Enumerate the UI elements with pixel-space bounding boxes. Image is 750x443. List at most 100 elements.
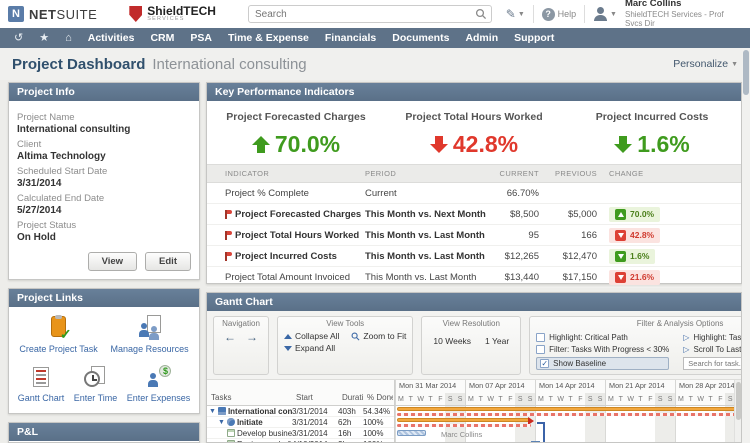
scroll-left-button[interactable]: ← xyxy=(224,331,236,343)
gantt-bar[interactable] xyxy=(397,430,426,436)
kpi-header[interactable]: Key Performance Indicators xyxy=(207,83,741,101)
edit-button[interactable]: Edit xyxy=(145,252,191,271)
kpi-period: Current xyxy=(365,187,397,199)
project-links-header[interactable]: Project Links xyxy=(9,289,199,307)
kpi-tile-value: 1.6% xyxy=(614,131,690,158)
kpi-previous: 166 xyxy=(581,229,597,241)
page-title: Project Dashboard xyxy=(12,55,146,73)
check-icon: ✓ xyxy=(59,326,72,342)
expand-caret-icon[interactable]: ▼ xyxy=(218,419,225,426)
personalize-button[interactable]: Personalize ▼ xyxy=(673,58,738,70)
gantt-timeline[interactable]: Marc Collins Review goals & scoping Marc C… xyxy=(395,406,741,442)
filter-link-scroll-to-last-task[interactable]: ▷Scroll To Last Task xyxy=(683,345,741,354)
gantt-header[interactable]: Gantt Chart xyxy=(207,293,741,311)
search-icon[interactable] xyxy=(475,8,487,20)
gantt-task-row[interactable]: Review goals & sc...4/10/20142h100% xyxy=(207,439,394,442)
project-link-label: Enter Expenses xyxy=(126,393,191,403)
nav-item-financials[interactable]: Financials xyxy=(325,32,376,44)
field-label: Scheduled Start Date xyxy=(17,166,108,177)
nav-item-crm[interactable]: CRM xyxy=(150,32,174,44)
expand-caret-icon[interactable]: ▼ xyxy=(209,408,216,415)
resolution-10-weeks-button[interactable]: 10 Weeks xyxy=(428,334,476,348)
user-menu-button[interactable]: ▼ xyxy=(593,7,617,21)
day-label: M xyxy=(678,396,684,403)
kpi-current: $12,265 xyxy=(504,250,539,262)
day-label: T xyxy=(688,396,693,403)
view-button[interactable]: View xyxy=(87,252,138,271)
week-label: Mon 31 Mar 2014 xyxy=(399,381,457,390)
task-search-input[interactable] xyxy=(683,357,741,370)
kpi-col-previous: PREVIOUS xyxy=(555,169,597,178)
nav-item-admin[interactable]: Admin xyxy=(465,32,498,44)
zoom-to-fit-button[interactable]: Zoom to Fit xyxy=(351,331,406,341)
gantt-col-duration: Duration xyxy=(342,393,363,402)
task-name-cell: ▼ Initiate xyxy=(207,418,292,427)
change-badge: 70.0% xyxy=(609,206,661,222)
project-link-manage-resources[interactable]: Manage Resources xyxy=(111,315,189,354)
day-label: T xyxy=(548,396,553,403)
recent-history-icon[interactable]: ↺ xyxy=(14,32,23,44)
gantt-task-row[interactable]: ▼ Initiate 3/31/2014 62h 100% xyxy=(207,417,394,428)
nav-item-activities[interactable]: Activities xyxy=(88,32,135,44)
quick-create-button[interactable]: ✎ ▼ xyxy=(506,7,525,21)
help-button[interactable]: ? Help xyxy=(541,7,576,21)
day-label: F xyxy=(648,396,653,403)
kpi-tile-label: Project Incurred Costs xyxy=(595,111,709,123)
phase-icon xyxy=(226,418,235,426)
global-search-input[interactable] xyxy=(248,8,475,20)
nav-item-psa[interactable]: PSA xyxy=(190,32,212,44)
gantt-task-row[interactable]: Develop business ...3/31/2014 16h 100% xyxy=(207,428,394,439)
day-label: T xyxy=(708,396,713,403)
checkbox-icon[interactable] xyxy=(536,333,546,342)
arrow-down-icon xyxy=(429,136,448,153)
show-baseline-toggle[interactable]: ✓ Show Baseline xyxy=(536,357,670,370)
kpi-col-change: CHANGE xyxy=(609,169,644,178)
timeline-week: Mon 21 Apr 2014 M T W T F S S xyxy=(605,380,676,405)
kpi-current: 95 xyxy=(528,229,539,241)
project-link-gantt-chart[interactable]: Gantt Chart xyxy=(18,364,64,403)
gantt-bar[interactable] xyxy=(397,407,741,411)
gantt-col-done: % Done xyxy=(367,393,393,402)
resolution-1-year-button[interactable]: 1 Year xyxy=(480,334,514,348)
scroll-right-button[interactable]: → xyxy=(246,331,258,343)
gantt-bar[interactable] xyxy=(397,418,531,422)
checkbox-icon[interactable]: ✓ xyxy=(540,359,550,368)
gantt-task-row[interactable]: ▼ International consulting3/31/2014 403h 54… xyxy=(207,406,394,417)
nav-item-support[interactable]: Support xyxy=(514,32,554,44)
day-label: M xyxy=(398,396,404,403)
change-badge: 42.8% xyxy=(609,227,661,243)
zoom-to-fit-label: Zoom to Fit xyxy=(363,331,407,341)
filter-option-filter-tasks-with-progress-30[interactable]: Filter: Tasks With Progress < 30% xyxy=(536,345,669,354)
project-link-enter-time[interactable]: Enter Time xyxy=(74,364,117,403)
nav-item-documents[interactable]: Documents xyxy=(392,32,449,44)
expand-all-button[interactable]: Expand All xyxy=(284,343,339,353)
field-label: Calculated End Date xyxy=(17,193,105,204)
project-info-header[interactable]: Project Info xyxy=(9,83,199,101)
kpi-change: 1.6% xyxy=(597,248,741,264)
day-label: S xyxy=(455,393,466,405)
pnl-header[interactable]: P&L xyxy=(9,423,199,441)
day-label: S xyxy=(665,393,676,405)
gantt-scrollbar[interactable] xyxy=(734,380,741,442)
nav-item-time-expense[interactable]: Time & Expense xyxy=(228,32,309,44)
page-scrollbar[interactable] xyxy=(742,48,750,443)
netsuite-logo[interactable]: N NETSUITE xyxy=(8,6,97,22)
gantt-milestone-marker[interactable] xyxy=(531,440,540,442)
shortcuts-star-icon[interactable]: ★ xyxy=(39,32,49,44)
kpi-indicator: Project % Complete xyxy=(225,187,309,199)
page-scrollbar-thumb[interactable] xyxy=(743,50,749,95)
checkbox-icon[interactable] xyxy=(536,345,546,354)
project-link-create-project-task[interactable]: ✓ Create Project Task xyxy=(19,315,98,354)
gantt-scrollbar-thumb[interactable] xyxy=(736,382,741,420)
gantt-baseline-bar xyxy=(397,413,741,416)
change-badge: 21.6% xyxy=(609,269,661,285)
filter-group-label: Filter & Analysis Options xyxy=(636,319,724,328)
project-link-enter-expenses[interactable]: $ Enter Expenses xyxy=(126,364,191,403)
filter-link-highlight-tasks-longer-than-7-days[interactable]: ▷Highlight: Tasks Longer Than 7 Days xyxy=(683,333,741,342)
collapse-all-button[interactable]: Collapse All xyxy=(284,331,339,341)
filter-option-highlight-critical-path[interactable]: Highlight: Critical Path xyxy=(536,333,669,342)
home-icon[interactable]: ⌂ xyxy=(65,32,72,44)
user-name: Marc Collins xyxy=(624,0,682,10)
dependency-connector xyxy=(537,422,544,424)
kpi-panel: Key Performance Indicators Project Forec… xyxy=(206,82,742,288)
